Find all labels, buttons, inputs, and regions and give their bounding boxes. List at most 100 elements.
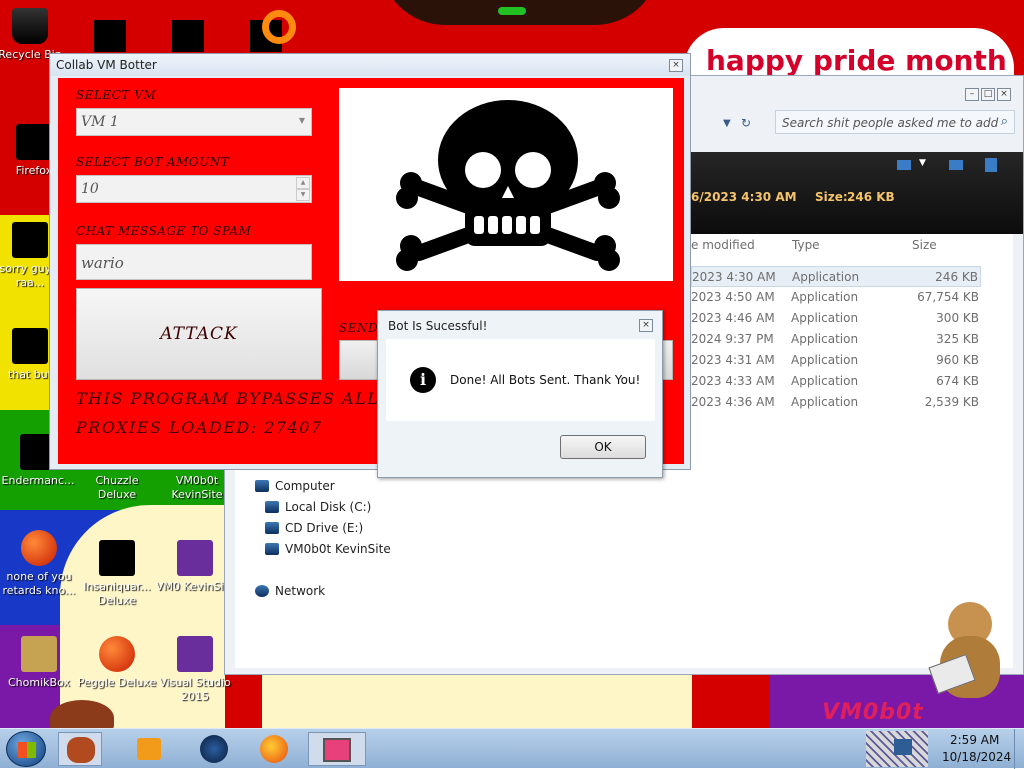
preview-pane-icon[interactable] bbox=[949, 160, 963, 170]
send-label: SEND bbox=[339, 321, 379, 335]
details-size-value: 246 KB bbox=[847, 190, 895, 204]
view-dropdown-icon[interactable]: ▼ bbox=[919, 158, 926, 168]
search-box[interactable]: Search shit people asked me to add ⌕ bbox=[775, 110, 1015, 134]
nav-cd-drive[interactable]: CD Drive (E:) bbox=[265, 521, 363, 535]
proxies-loaded-text: PROXIES LOADED: 27407 bbox=[76, 418, 323, 437]
globe-icon bbox=[200, 735, 228, 763]
taskbar-firefox[interactable] bbox=[252, 732, 296, 766]
taskbar-chicken-app[interactable] bbox=[58, 732, 102, 766]
taskbar-media-player[interactable] bbox=[127, 732, 171, 766]
view-icon[interactable] bbox=[897, 160, 911, 170]
dialog-message: Done! All Bots Sent. Thank You! bbox=[450, 373, 641, 387]
bird-icon bbox=[50, 700, 114, 728]
details-date: 6/2023 4:30 AM bbox=[691, 190, 797, 204]
clock-date[interactable]: 10/18/2024 bbox=[942, 750, 1011, 764]
botter-close-button[interactable]: × bbox=[669, 59, 683, 72]
media-player-icon bbox=[137, 738, 161, 760]
desktop-icon-insaniquarium[interactable]: Insaniquar... Deluxe bbox=[77, 540, 157, 608]
column-type[interactable]: Type bbox=[792, 238, 820, 252]
close-button[interactable]: × bbox=[997, 88, 1011, 101]
skull-image bbox=[339, 88, 673, 281]
stepper-down-icon[interactable]: ▼ bbox=[296, 189, 310, 201]
dialog-message-area: i Done! All Bots Sent. Thank You! bbox=[386, 339, 655, 421]
file-row[interactable]: 2023 4:50 AM Application 67,754 KB bbox=[691, 287, 981, 308]
vm-select[interactable]: VM 1 ▼ bbox=[76, 108, 312, 136]
show-desktop-button[interactable] bbox=[1014, 729, 1024, 769]
desktop-icon-peggle[interactable]: Peggle Deluxe bbox=[77, 636, 157, 690]
start-button[interactable] bbox=[6, 731, 46, 767]
search-icon[interactable]: ⌕ bbox=[1001, 114, 1008, 129]
details-size-label: Size: bbox=[815, 190, 848, 204]
desktop-icon-blank-2[interactable] bbox=[172, 20, 204, 52]
file-row[interactable]: 2024 9:37 PM Application 325 KB bbox=[691, 329, 981, 350]
cream-bottom bbox=[262, 675, 692, 728]
chevron-down-icon: ▼ bbox=[298, 116, 305, 125]
column-size[interactable]: Size bbox=[912, 238, 937, 252]
desktop-icon-chuzzle[interactable]: Chuzzle Deluxe bbox=[77, 474, 157, 502]
stepper-up-icon[interactable]: ▲ bbox=[296, 177, 310, 189]
desktop-icon-vm0-kevinsite[interactable]: VM0 KevinSi... bbox=[155, 540, 235, 594]
desktop-icon-orange-ring-icon bbox=[262, 10, 296, 44]
visual-studio-icon bbox=[177, 636, 213, 672]
chrome-icon bbox=[21, 530, 57, 566]
taskbar-globe-app[interactable] bbox=[192, 732, 236, 766]
cd-drive-icon bbox=[265, 522, 279, 534]
column-date-modified[interactable]: e modified bbox=[691, 238, 755, 252]
taskbar-botter[interactable] bbox=[308, 732, 366, 766]
nav-network-share[interactable]: VM0b0t KevinSite bbox=[265, 542, 391, 556]
chicken-icon bbox=[67, 737, 95, 763]
file-row[interactable]: 2023 4:33 AM Application 674 KB bbox=[691, 371, 981, 392]
nav-local-disk[interactable]: Local Disk (C:) bbox=[265, 500, 371, 514]
file-row[interactable]: 2023 4:31 AM Application 960 KB bbox=[691, 350, 981, 371]
hamster-icon bbox=[21, 636, 57, 672]
network-drive-icon bbox=[265, 543, 279, 555]
nav-computer[interactable]: Computer bbox=[255, 479, 335, 493]
nav-network[interactable]: Network bbox=[255, 584, 325, 598]
drive-icon bbox=[265, 501, 279, 513]
botter-app-icon bbox=[323, 738, 351, 762]
success-dialog: Bot Is Sucessful! × i Done! All Bots Sen… bbox=[377, 310, 663, 478]
desktop-icon-none-of-you[interactable]: none of you retards kno... bbox=[0, 530, 79, 598]
peggle-icon bbox=[99, 636, 135, 672]
desktop-icon-blank-1[interactable] bbox=[94, 20, 126, 52]
chat-message-label: CHAT MESSAGE TO SPAM bbox=[76, 224, 252, 238]
bypass-text: THIS PROGRAM BYPASSES ALL WHI bbox=[76, 389, 428, 408]
select-vm-label: SELECT VM bbox=[76, 88, 157, 102]
file-row[interactable]: 2023 4:36 AM Application 2,539 KB bbox=[691, 392, 981, 413]
file-row[interactable]: 2023 4:30 AM Application 246 KB bbox=[691, 266, 981, 287]
botter-title: Collab VM Botter bbox=[50, 54, 690, 76]
ok-button[interactable]: OK bbox=[560, 435, 646, 459]
network-icon bbox=[255, 585, 269, 597]
dialog-close-button[interactable]: × bbox=[639, 319, 653, 332]
refresh-icon[interactable]: ↻ bbox=[741, 116, 751, 130]
taskbar: 2:59 AM 10/18/2024 bbox=[0, 728, 1024, 769]
desktop: happy pride month Recycle Bin Firefox so… bbox=[0, 0, 1024, 728]
nav-dropdown-icon[interactable]: ▼ bbox=[723, 118, 731, 129]
watermark: VM0b0t bbox=[822, 700, 924, 725]
bot-amount-stepper[interactable]: 10 ▲ ▼ bbox=[76, 175, 312, 203]
document-icon bbox=[12, 222, 48, 258]
maximize-button[interactable]: □ bbox=[981, 88, 995, 101]
firefox-icon bbox=[16, 124, 52, 160]
chat-message-input[interactable]: wario bbox=[76, 244, 312, 280]
top-green-lights-icon bbox=[498, 7, 526, 15]
attack-button[interactable]: ATTACK bbox=[76, 288, 322, 380]
folder-icon bbox=[12, 328, 48, 364]
help-icon[interactable] bbox=[985, 158, 997, 172]
minimize-button[interactable]: – bbox=[965, 88, 979, 101]
fish-icon bbox=[99, 540, 135, 576]
desktop-icon-visual-studio[interactable]: Visual Studio 2015 bbox=[155, 636, 235, 704]
hamster-reading-icon bbox=[928, 602, 1010, 702]
computer-icon bbox=[255, 480, 269, 492]
recycle-bin-icon bbox=[12, 8, 48, 44]
firefox-icon bbox=[260, 735, 288, 763]
shortcut-icon bbox=[177, 540, 213, 576]
banner-text: happy pride month bbox=[706, 44, 1007, 77]
desktop-icon-chomikbox[interactable]: ChomikBox bbox=[0, 636, 79, 690]
clock-time[interactable]: 2:59 AM bbox=[950, 733, 999, 747]
file-row[interactable]: 2023 4:46 AM Application 300 KB bbox=[691, 308, 981, 329]
dialog-title: Bot Is Sucessful! bbox=[388, 319, 488, 333]
windows-logo-icon bbox=[18, 742, 36, 758]
bot-amount-label: SELECT BOT AMOUNT bbox=[76, 155, 230, 169]
network-tray-icon[interactable] bbox=[894, 739, 912, 755]
